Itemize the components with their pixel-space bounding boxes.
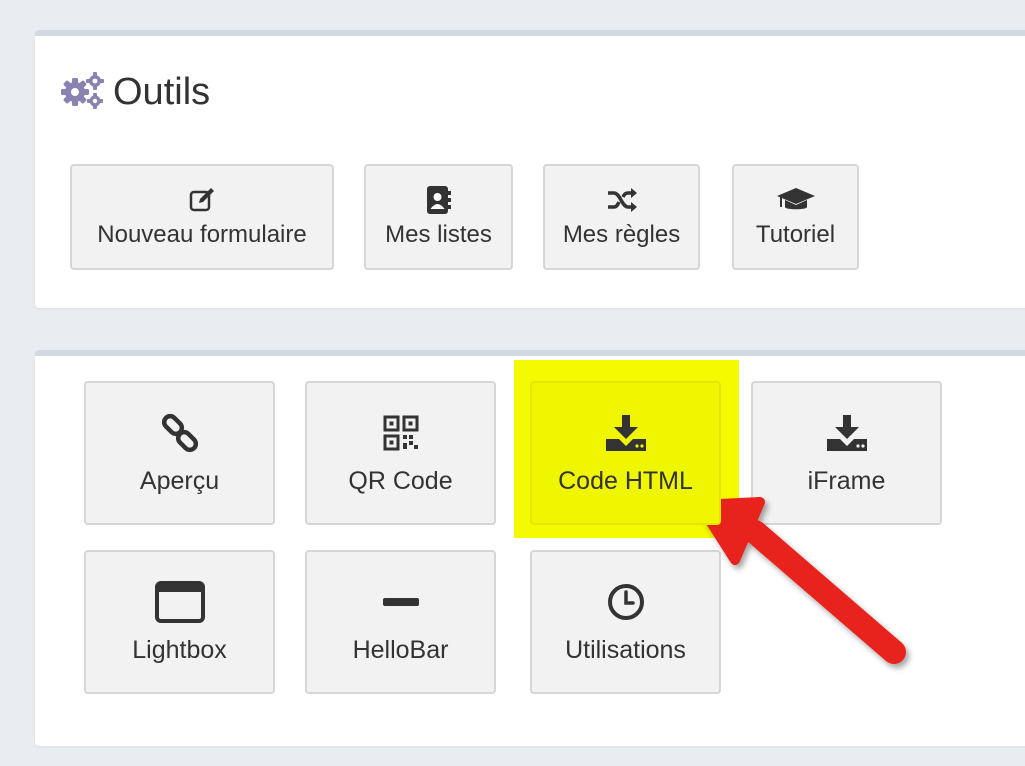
edit-icon — [188, 185, 216, 215]
window-icon — [154, 580, 205, 624]
download-icon — [825, 411, 869, 455]
button-label: Tutoriel — [755, 221, 836, 248]
button-label: Aperçu — [139, 466, 220, 495]
code-html-button[interactable]: Code HTML — [530, 381, 721, 525]
download-icon — [604, 411, 648, 455]
tutoriel-button[interactable]: Tutoriel — [732, 164, 859, 270]
lightbox-button[interactable]: Lightbox — [84, 550, 275, 694]
nouveau-formulaire-button[interactable]: Nouveau formulaire — [70, 164, 334, 270]
button-label: Mes listes — [385, 221, 492, 248]
button-label: QR Code — [348, 466, 453, 495]
button-label: Mes règles — [562, 221, 681, 248]
button-label: Nouveau formulaire — [97, 221, 307, 248]
qrcode-icon — [383, 411, 419, 455]
shuffle-icon — [606, 185, 638, 215]
button-label: HelloBar — [352, 635, 449, 664]
address-book-icon — [426, 185, 452, 215]
minus-icon — [381, 580, 421, 624]
integration-tools-panel: Aperçu QR Code Code HTML iFrame Lightbox… — [35, 350, 1025, 746]
button-label: Code HTML — [558, 466, 693, 495]
iframe-button[interactable]: iFrame — [751, 381, 942, 525]
graduation-cap-icon — [776, 185, 816, 215]
button-label: Lightbox — [132, 635, 227, 664]
mes-listes-button[interactable]: Mes listes — [364, 164, 513, 270]
button-label: Utilisations — [565, 635, 686, 664]
link-icon — [160, 411, 200, 455]
apercu-button[interactable]: Aperçu — [84, 381, 275, 525]
page-title: Outils — [113, 71, 211, 113]
button-label: iFrame — [807, 466, 886, 495]
outils-panel: Outils Nouveau formulaire Mes listes Mes… — [35, 30, 1025, 308]
qr-code-button[interactable]: QR Code — [305, 381, 496, 525]
utilisations-button[interactable]: Utilisations — [530, 550, 721, 694]
panel-title: Outils — [59, 70, 210, 115]
mes-regles-button[interactable]: Mes règles — [543, 164, 700, 270]
clock-icon — [607, 580, 645, 624]
hellobar-button[interactable]: HelloBar — [305, 550, 496, 694]
cogs-icon — [59, 70, 105, 115]
